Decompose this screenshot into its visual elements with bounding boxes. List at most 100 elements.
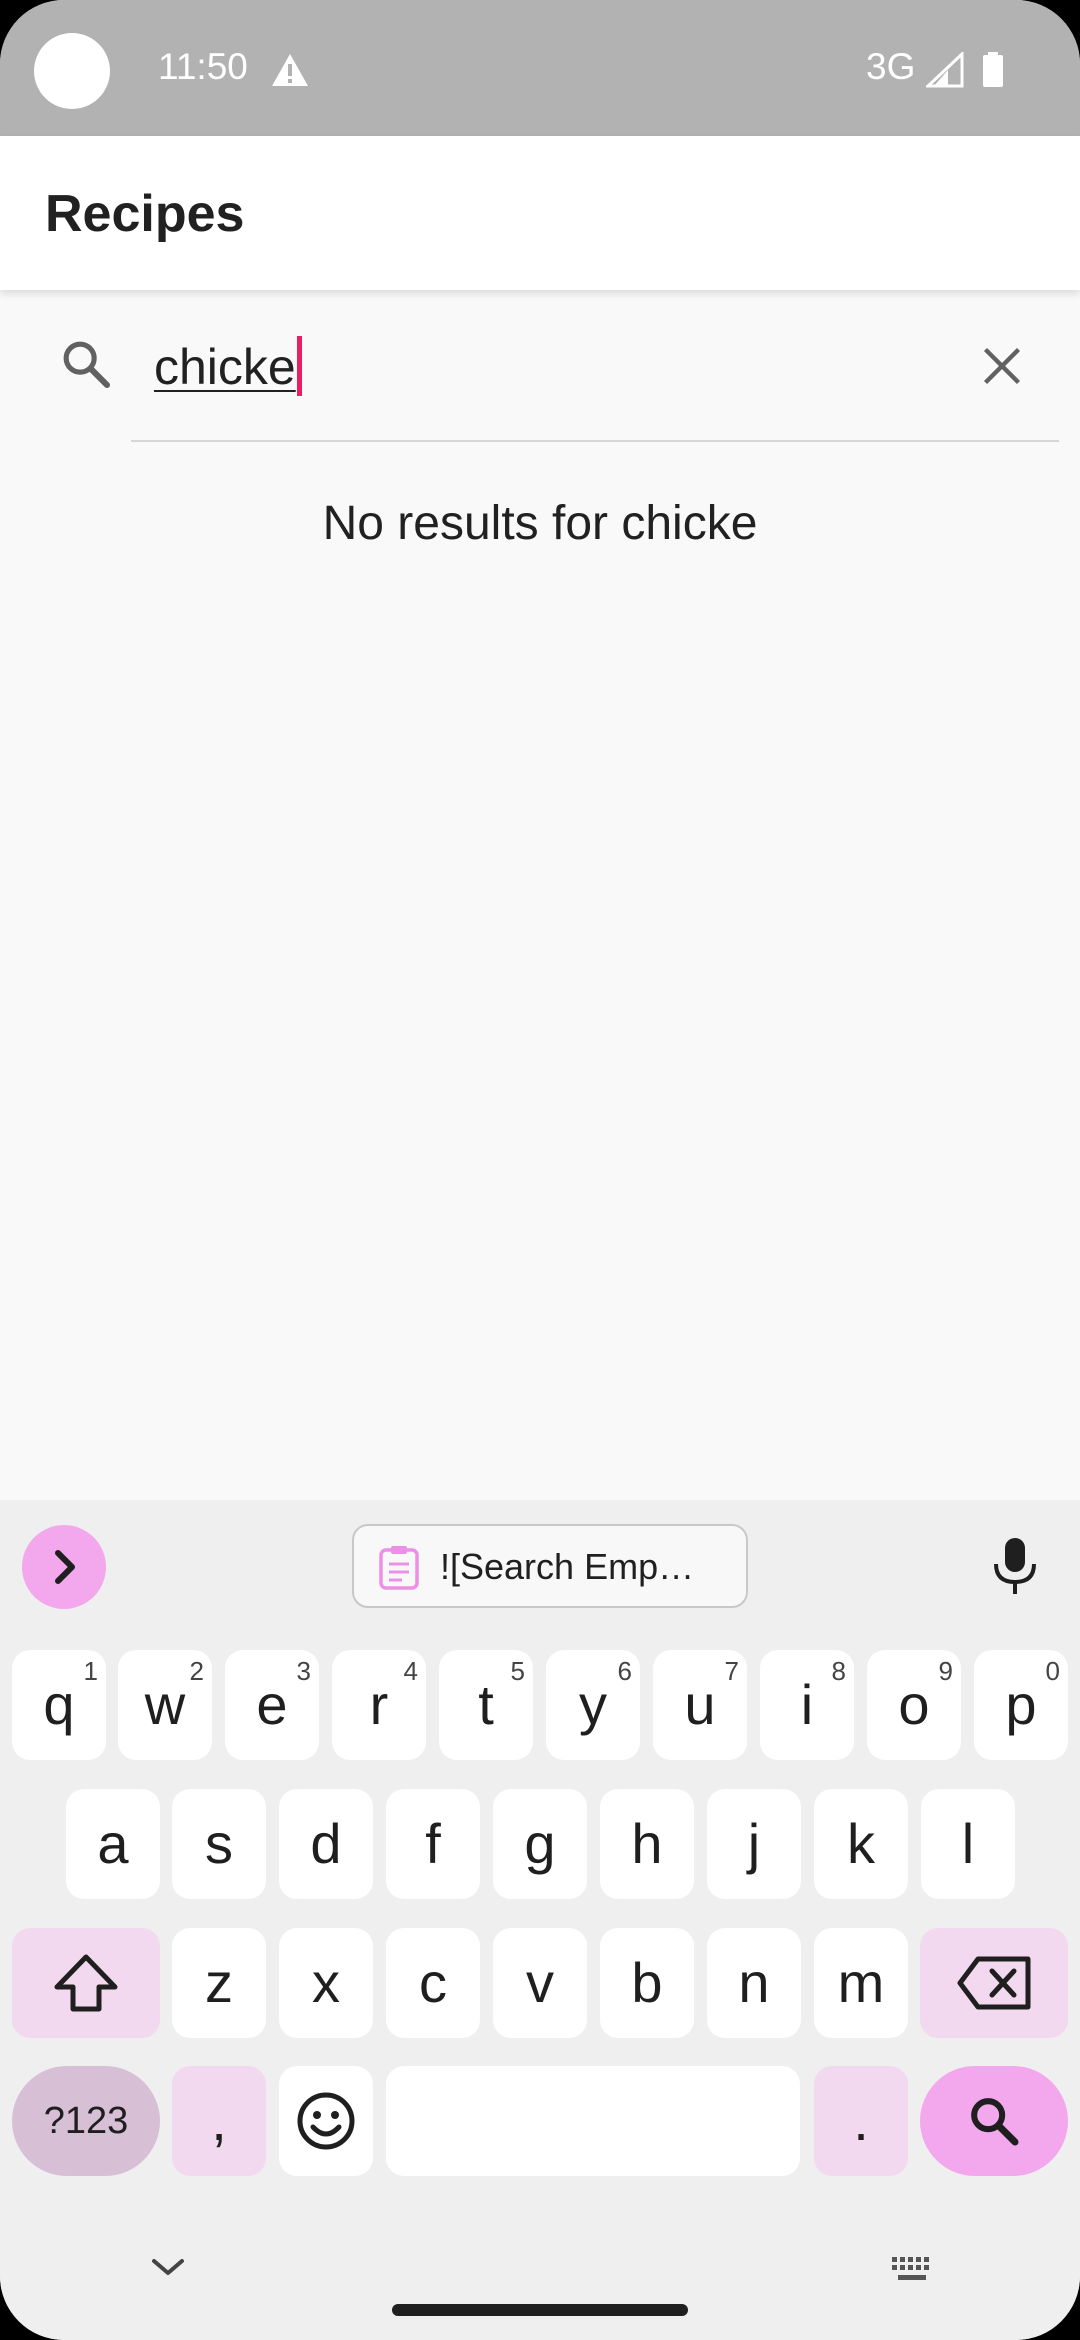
- battery-icon: [983, 52, 1003, 87]
- key-label: l: [961, 1812, 975, 1875]
- key-x[interactable]: x: [279, 1928, 373, 2038]
- status-bar: 11:50 3G: [0, 0, 1080, 136]
- key-label: t: [478, 1673, 494, 1736]
- key-w[interactable]: w2: [118, 1650, 212, 1760]
- key-label: a: [97, 1812, 129, 1875]
- key-label: q: [43, 1673, 75, 1736]
- key-label: ,: [211, 2089, 227, 2152]
- key-label: x: [312, 1951, 340, 2014]
- key-hint: 2: [189, 1656, 204, 1686]
- clipboard-text: ![Search Emp…: [440, 1546, 695, 1587]
- shift-icon: [54, 1954, 118, 2012]
- key-label: u: [684, 1673, 716, 1736]
- key-label: ?123: [43, 2100, 129, 2142]
- microphone-icon[interactable]: [990, 1536, 1040, 1598]
- camera-cutout: [34, 33, 110, 109]
- key-label: m: [837, 1951, 885, 2014]
- key-hint: 1: [83, 1656, 98, 1686]
- soft-keyboard: ![Search Emp… q1 w2 e3 r4 t5 y6 u7 i8 o9…: [0, 1500, 1080, 2340]
- backspace-key[interactable]: [920, 1928, 1068, 2038]
- key-label: w: [144, 1673, 186, 1736]
- empty-results-message: No results for chicke: [322, 497, 758, 550]
- clipboard-icon: [379, 1546, 419, 1590]
- key-label: p: [1005, 1673, 1037, 1736]
- status-time: 11:50: [158, 46, 248, 87]
- key-y[interactable]: y6: [546, 1650, 640, 1760]
- close-icon[interactable]: [980, 344, 1024, 388]
- key-label: e: [256, 1673, 288, 1736]
- key-label: y: [579, 1673, 607, 1736]
- key-r[interactable]: r4: [332, 1650, 426, 1760]
- space-key[interactable]: [386, 2066, 800, 2176]
- key-e[interactable]: e3: [225, 1650, 319, 1760]
- search-input[interactable]: chicke: [154, 336, 302, 396]
- key-i[interactable]: i8: [760, 1650, 854, 1760]
- toolbar-expand-button[interactable]: [22, 1525, 106, 1609]
- key-hint: 8: [831, 1656, 846, 1686]
- key-j[interactable]: j: [707, 1789, 801, 1899]
- symbols-key[interactable]: ?123: [12, 2066, 160, 2176]
- key-o[interactable]: o9: [867, 1650, 961, 1760]
- emoji-icon: [297, 2092, 355, 2150]
- key-h[interactable]: h: [600, 1789, 694, 1899]
- key-label: v: [526, 1951, 554, 2014]
- search-query: chicke: [154, 339, 296, 395]
- key-label: r: [369, 1673, 389, 1736]
- key-hint: 3: [296, 1656, 311, 1686]
- shift-key[interactable]: [12, 1928, 160, 2038]
- key-d[interactable]: d: [279, 1789, 373, 1899]
- key-label: g: [524, 1812, 556, 1875]
- key-hint: 6: [617, 1656, 632, 1686]
- clipboard-suggestion-chip[interactable]: ![Search Emp…: [352, 1524, 748, 1608]
- key-label: o: [898, 1673, 930, 1736]
- key-hint: 5: [510, 1656, 525, 1686]
- backspace-icon: [957, 1956, 1031, 2010]
- app-bar: Recipes: [0, 136, 1080, 290]
- search-underline: [131, 440, 1059, 442]
- key-f[interactable]: f: [386, 1789, 480, 1899]
- key-hint: 9: [938, 1656, 953, 1686]
- keyboard-switch-icon[interactable]: [890, 2255, 936, 2285]
- key-u[interactable]: u7: [653, 1650, 747, 1760]
- key-label: i: [800, 1673, 814, 1736]
- key-label: k: [847, 1812, 875, 1875]
- key-label: j: [747, 1812, 761, 1875]
- key-label: .: [853, 2089, 869, 2152]
- key-v[interactable]: v: [493, 1928, 587, 2038]
- key-l[interactable]: l: [921, 1789, 1015, 1899]
- key-label: n: [738, 1951, 770, 2014]
- key-n[interactable]: n: [707, 1928, 801, 2038]
- key-t[interactable]: t5: [439, 1650, 533, 1760]
- key-hint: 0: [1045, 1656, 1060, 1686]
- key-p[interactable]: p0: [974, 1650, 1068, 1760]
- home-indicator[interactable]: [392, 2304, 688, 2316]
- search-icon: [971, 2098, 1019, 2146]
- key-m[interactable]: m: [814, 1928, 908, 2038]
- network-type: 3G: [866, 46, 916, 87]
- key-label: z: [205, 1951, 233, 2014]
- key-label: d: [310, 1812, 342, 1875]
- text-cursor: [296, 336, 302, 396]
- comma-key[interactable]: ,: [172, 2066, 266, 2176]
- key-q[interactable]: q1: [12, 1650, 106, 1760]
- search-action-key[interactable]: [920, 2066, 1068, 2176]
- key-b[interactable]: b: [600, 1928, 694, 2038]
- key-g[interactable]: g: [493, 1789, 587, 1899]
- key-label: f: [425, 1812, 441, 1875]
- key-a[interactable]: a: [66, 1789, 160, 1899]
- key-z[interactable]: z: [172, 1928, 266, 2038]
- chevron-down-icon[interactable]: [150, 2255, 186, 2279]
- search-icon: [63, 341, 111, 389]
- chevron-right-icon: [55, 1550, 75, 1584]
- phone-screen: 11:50 3G Recipes chicke No results for c…: [0, 0, 1080, 2340]
- key-hint: 4: [403, 1656, 418, 1686]
- key-k[interactable]: k: [814, 1789, 908, 1899]
- warning-icon: [272, 54, 308, 86]
- key-s[interactable]: s: [172, 1789, 266, 1899]
- key-label: c: [419, 1951, 447, 2014]
- key-label: b: [631, 1951, 663, 2014]
- key-c[interactable]: c: [386, 1928, 480, 2038]
- period-key[interactable]: .: [814, 2066, 908, 2176]
- emoji-key[interactable]: [279, 2066, 373, 2176]
- key-label: h: [631, 1812, 663, 1875]
